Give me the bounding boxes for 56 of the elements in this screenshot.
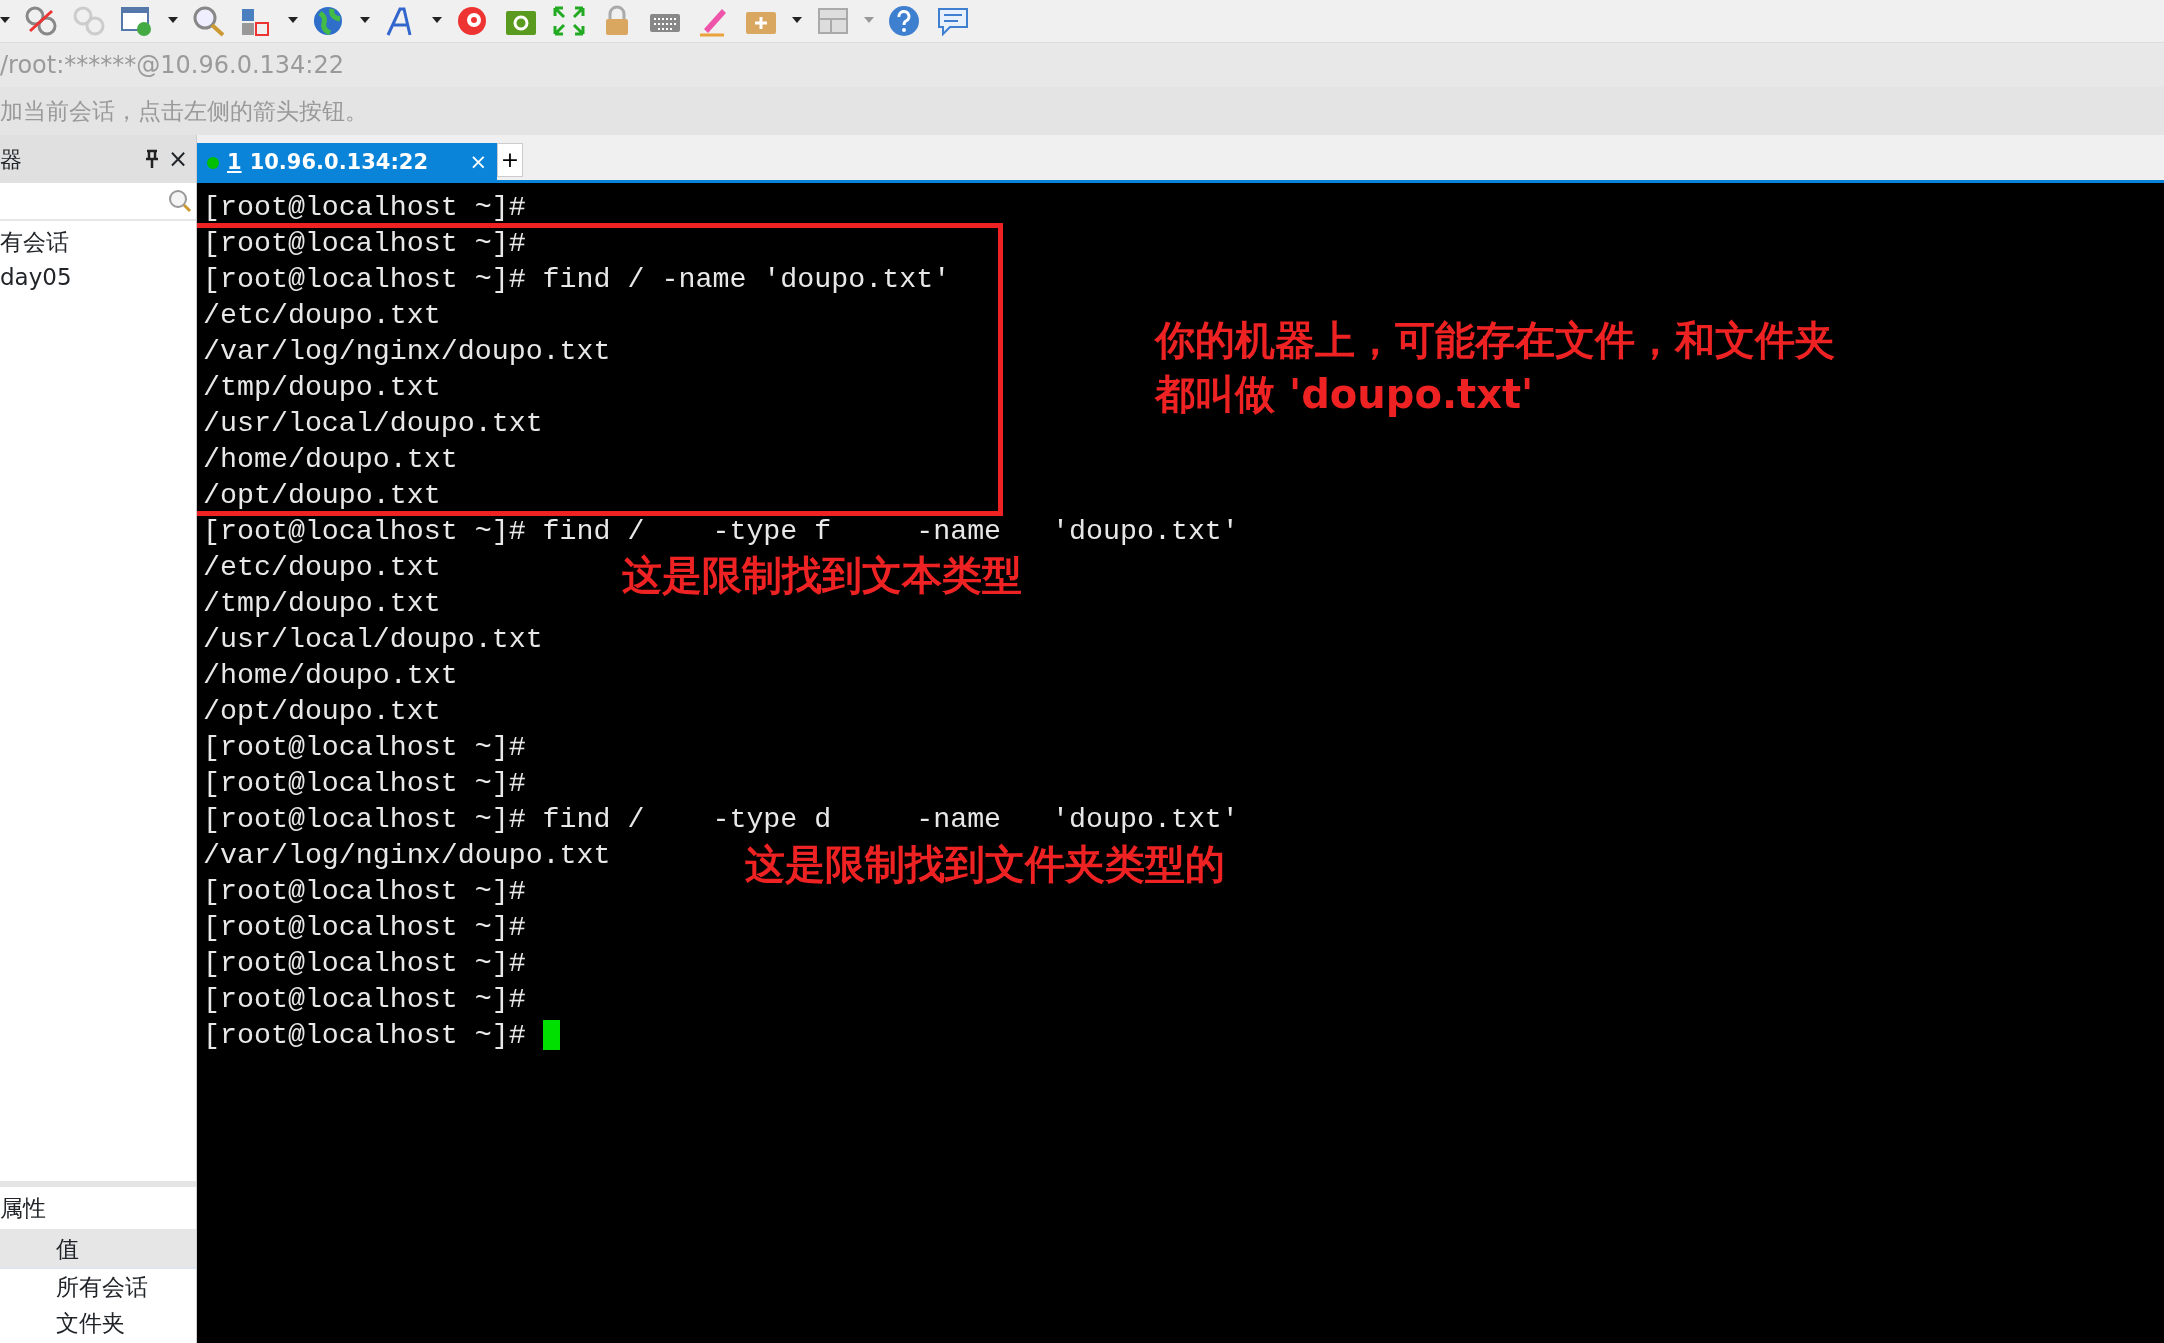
- terminal-line: /tmp/doupo.txt: [203, 586, 441, 621]
- tab-number: 1: [227, 149, 242, 177]
- caret-icon[interactable]: [168, 17, 178, 25]
- terminal-line: [root@localhost ~]# find / -type d -name 'doupo.txt': [203, 802, 1239, 837]
- new-tab-button[interactable]: +: [497, 143, 523, 177]
- annotation-text: 这是限制找到文本类型: [622, 551, 1022, 600]
- terminal-line: /home/doupo.txt: [203, 442, 458, 477]
- pin-icon[interactable]: [143, 149, 160, 169]
- table-cell-text: 文件夹: [56, 1309, 125, 1338]
- terminal-line: [root@localhost ~]#: [203, 226, 526, 261]
- terminal-line: /etc/doupo.txt: [203, 298, 441, 333]
- terminal-line: /home/doupo.txt: [203, 658, 458, 693]
- chat-icon[interactable]: [936, 5, 970, 37]
- tab-close-icon[interactable]: ×: [469, 147, 487, 179]
- annotation-text: 这是限制找到文件夹类型的: [745, 840, 1225, 889]
- annotation-text: 你的机器上，可能存在文件，和文件夹: [1155, 316, 1835, 365]
- terminal-line: /opt/doupo.txt: [203, 694, 441, 729]
- search-icon[interactable]: [168, 189, 192, 213]
- terminal-line: [root@localhost ~]#: [203, 1018, 527, 1053]
- session-tab[interactable]: 1 10.96.0.134:22 ×: [197, 143, 497, 183]
- terminal-line: /tmp/doupo.txt: [203, 370, 441, 405]
- terminal-line: [root@localhost ~]#: [203, 982, 526, 1017]
- terminal-line: [root@localhost ~]#: [203, 730, 526, 765]
- help-icon[interactable]: [888, 5, 922, 37]
- terminal-line: /usr/local/doupo.txt: [203, 622, 543, 657]
- terminal-line: [root@localhost ~]#: [203, 766, 526, 801]
- table-cell-text: 所有会话: [56, 1273, 148, 1302]
- tree-item[interactable]: day05: [0, 260, 196, 295]
- annotation-text: 都叫做 'doupo.txt': [1155, 370, 1535, 419]
- terminal-line: /var/log/nginx/doupo.txt: [203, 334, 611, 369]
- terminal-line: /etc/doupo.txt: [203, 550, 441, 585]
- panel-title: 器: [0, 145, 22, 174]
- fullscreen-icon[interactable]: [552, 5, 586, 37]
- link-icon[interactable]: [24, 5, 58, 37]
- column-header: 值: [56, 1235, 79, 1264]
- terminal-line: [root@localhost ~]# find / -type f -name 'doupo.txt': [203, 514, 1239, 549]
- caret-icon[interactable]: [288, 17, 298, 25]
- caret-icon[interactable]: [0, 17, 10, 25]
- terminal-line: [root@localhost ~]# find / -name 'doupo.txt': [203, 262, 951, 297]
- search-icon[interactable]: [192, 5, 226, 37]
- terminal-line: [root@localhost ~]#: [203, 874, 526, 909]
- panel-icon[interactable]: [816, 5, 850, 37]
- terminal-line: /var/log/nginx/doupo.txt: [203, 838, 611, 873]
- terminal-line: [root@localhost ~]#: [203, 946, 526, 981]
- terminal-line: /opt/doupo.txt: [203, 478, 441, 513]
- hint-text: 加当前会话，点击左侧的箭头按钮。: [0, 98, 368, 124]
- panel-title: 属性: [0, 1194, 47, 1223]
- caret-icon[interactable]: [432, 17, 442, 25]
- close-button[interactable]: ×: [167, 141, 188, 177]
- caret-icon[interactable]: [792, 17, 802, 25]
- terminal-line: [root@localhost ~]#: [203, 910, 526, 945]
- tree-item[interactable]: 有会话: [0, 225, 196, 260]
- caret-icon[interactable]: [360, 17, 370, 25]
- terminal-line: /usr/local/doupo.txt: [203, 406, 543, 441]
- terminal-line: [root@localhost ~]#: [203, 190, 526, 225]
- tab-label: 10.96.0.134:22: [249, 149, 429, 177]
